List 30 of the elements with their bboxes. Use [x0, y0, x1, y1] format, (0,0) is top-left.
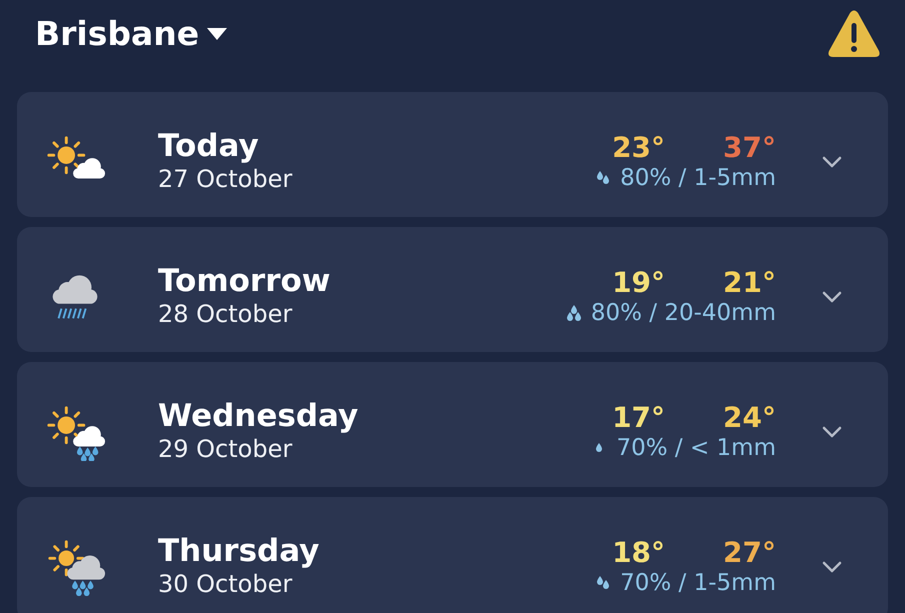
- raindrops-icon: [566, 305, 582, 322]
- chevron-down-icon[interactable]: [822, 290, 842, 302]
- caret-icon: [207, 28, 228, 40]
- max-temperature: 21°: [723, 266, 776, 300]
- day-name: Tomorrow: [158, 264, 330, 300]
- raindrops-icon: [595, 575, 612, 592]
- min-temperature: 19°: [612, 266, 666, 300]
- day-name: Wednesday: [158, 399, 358, 435]
- min-temperature: 17°: [612, 400, 666, 434]
- raindrops-icon: [595, 170, 612, 186]
- warning-icon[interactable]: [827, 9, 881, 59]
- chevron-down-icon[interactable]: [822, 426, 842, 438]
- min-temperature: 23°: [612, 130, 666, 164]
- rain-chance: 80% / 20-40mm: [590, 300, 776, 328]
- max-temperature: 27°: [723, 536, 776, 570]
- max-temperature: 37°: [723, 130, 776, 164]
- day-date: 27 October: [158, 164, 292, 194]
- rain-chance: 70% / < 1mm: [616, 434, 776, 462]
- day-date: 28 October: [158, 300, 294, 329]
- day-date: 29 October: [158, 434, 294, 464]
- day-date: 30 October: [158, 570, 294, 599]
- chevron-down-icon[interactable]: [822, 560, 842, 572]
- day-name: Today: [158, 129, 260, 165]
- location-dropdown[interactable]: Brisbane: [35, 15, 228, 53]
- min-temperature: 18°: [612, 536, 666, 570]
- chevron-down-icon[interactable]: [822, 156, 842, 168]
- rain-chance: 70% / 1-5mm: [620, 570, 776, 598]
- max-temperature: 24°: [723, 400, 776, 434]
- rain-chance: 80% / 1-5mm: [620, 164, 776, 192]
- day-name: Thursday: [158, 534, 320, 570]
